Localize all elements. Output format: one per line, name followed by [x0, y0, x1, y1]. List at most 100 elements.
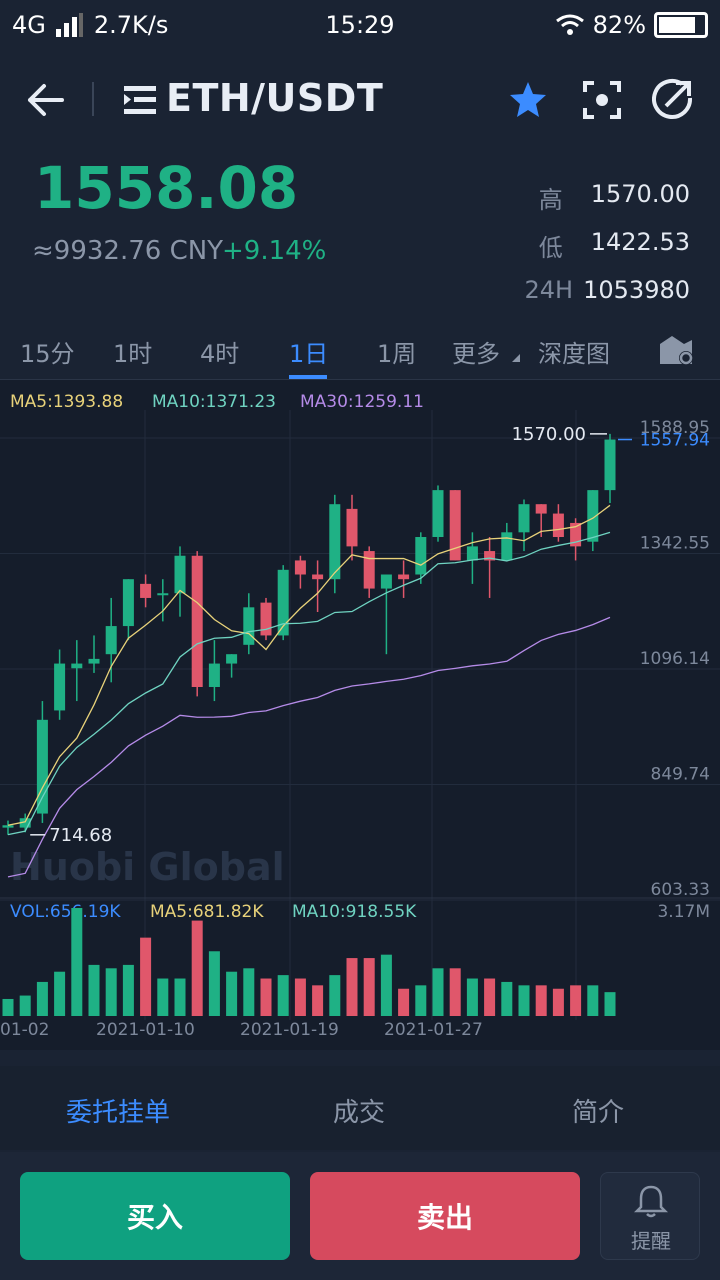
- candle-body: [363, 551, 375, 589]
- candle-body: [54, 663, 66, 711]
- volume-bar: [587, 985, 599, 1016]
- volume-bar: [19, 995, 31, 1016]
- tab-1w[interactable]: 1周: [377, 334, 416, 369]
- volume-bar: [398, 988, 410, 1016]
- tab-depth[interactable]: 深度图: [538, 334, 610, 369]
- cny-price: ≈9932.76 CNY: [32, 236, 224, 266]
- signal-icon: [55, 13, 83, 37]
- high-marker-label: 1570.00: [512, 424, 586, 445]
- candle-body: [552, 513, 564, 538]
- volume-bar: [243, 968, 255, 1016]
- candle-body: [346, 508, 358, 547]
- triangle-down-icon: [511, 354, 520, 362]
- change-percent: +9.14%: [222, 236, 327, 266]
- last-price: 1558.08: [34, 154, 299, 222]
- candle-body: [140, 583, 152, 598]
- candle-body: [2, 825, 14, 828]
- volume-bar: [174, 978, 186, 1016]
- volume-bar: [329, 975, 341, 1016]
- back-arrow-icon[interactable]: [22, 78, 70, 122]
- battery-percent: 82%: [592, 11, 646, 39]
- sell-button[interactable]: 卖出: [310, 1172, 580, 1260]
- status-bar: 4G 2.7K/s 15:29 82%: [0, 0, 720, 50]
- volume-bar: [122, 964, 134, 1016]
- date-axis-label: 01-02: [0, 1020, 49, 1040]
- volume-bar: [2, 998, 14, 1016]
- candle-body: [432, 490, 444, 538]
- candle-body: [191, 555, 203, 688]
- candle-body: [226, 654, 238, 664]
- price-axis-label: 1096.14: [640, 649, 710, 669]
- buy-button[interactable]: 买入: [20, 1172, 290, 1260]
- candle-body: [36, 719, 48, 814]
- volume-bar: [415, 985, 427, 1016]
- candle-body: [312, 574, 324, 580]
- share-icon[interactable]: [652, 78, 694, 120]
- volume-bar: [363, 958, 375, 1016]
- alert-button[interactable]: 提醒: [600, 1172, 700, 1260]
- tab-intro[interactable]: 简介: [572, 1092, 624, 1129]
- menu-list-icon[interactable]: [122, 84, 158, 116]
- bell-icon: [633, 1185, 669, 1218]
- detail-tabs: 委托挂单 成交 简介: [0, 1066, 720, 1150]
- volume-bar: [140, 937, 152, 1016]
- volume-bar: [484, 978, 496, 1016]
- volume-bar: [466, 978, 478, 1016]
- tab-trades[interactable]: 成交: [333, 1092, 385, 1129]
- candle-body: [174, 555, 186, 594]
- candle-body: [157, 593, 169, 596]
- vol-stat: 24H 1053980: [525, 276, 690, 304]
- candle-body: [105, 626, 117, 655]
- volume-bar: [105, 968, 117, 1016]
- candle-body: [501, 532, 513, 561]
- active-tab-indicator: [289, 375, 327, 379]
- tab-1d[interactable]: 1日: [289, 334, 328, 369]
- volume-bar: [535, 985, 547, 1016]
- candle-body: [466, 546, 478, 561]
- timeframe-tabs: 15分 1时 4时 1日 1周 更多 深度图: [0, 320, 720, 380]
- volume-bar: [449, 968, 461, 1016]
- candle-body: [294, 560, 306, 575]
- low-value: 1422.53: [590, 228, 690, 256]
- tab-4h[interactable]: 4时: [200, 334, 239, 369]
- kline-chart[interactable]: MA5:1393.88 MA10:1371.23 MA30:1259.11 VO…: [0, 380, 720, 1050]
- watermark: Huobi Global: [10, 845, 285, 889]
- price-axis-label: 849.74: [651, 764, 710, 784]
- volume-bar: [518, 985, 530, 1016]
- volume-bar: [54, 971, 66, 1016]
- chart-settings-icon[interactable]: [656, 332, 696, 368]
- candle-body: [535, 504, 547, 514]
- volume-bar: [208, 951, 220, 1016]
- tab-15m[interactable]: 15分: [20, 334, 75, 369]
- battery-icon: [654, 12, 708, 38]
- candle-body: [243, 607, 255, 645]
- high-value: 1570.00: [590, 180, 690, 208]
- low-label: 低: [538, 234, 563, 262]
- wifi-icon: [555, 14, 584, 35]
- tab-more[interactable]: 更多: [452, 334, 520, 369]
- tab-open-orders[interactable]: 委托挂单: [66, 1092, 170, 1129]
- volume-bar: [191, 920, 203, 1016]
- volume-bar: [294, 978, 306, 1016]
- date-axis-label: 2021-01-27: [384, 1020, 483, 1040]
- candle-body: [122, 579, 134, 627]
- volume-bar: [570, 985, 582, 1016]
- high-label: 高: [538, 186, 563, 214]
- volume-bar: [71, 908, 83, 1016]
- volume-bar: [432, 968, 444, 1016]
- tab-1h[interactable]: 1时: [113, 334, 152, 369]
- ma10-line: [7, 531, 611, 836]
- star-icon[interactable]: [508, 80, 548, 120]
- scan-icon[interactable]: [582, 80, 622, 120]
- volume-bar: [277, 975, 289, 1016]
- vol-label: 24H: [524, 276, 574, 304]
- candlestick-svg: 1588.951342.551096.14849.74603.333.17M H…: [0, 410, 720, 1040]
- price-axis-label: 603.33: [651, 880, 710, 900]
- volume-bar: [88, 964, 100, 1016]
- pair-title[interactable]: ETH/USDT: [166, 76, 383, 120]
- candle-body: [398, 574, 410, 580]
- action-bar: 买入 卖出 提醒: [0, 1152, 720, 1280]
- candle-body: [380, 574, 392, 589]
- high-stat: 高 1570.00: [539, 180, 690, 215]
- current-price-tag: 1557.94: [640, 431, 710, 451]
